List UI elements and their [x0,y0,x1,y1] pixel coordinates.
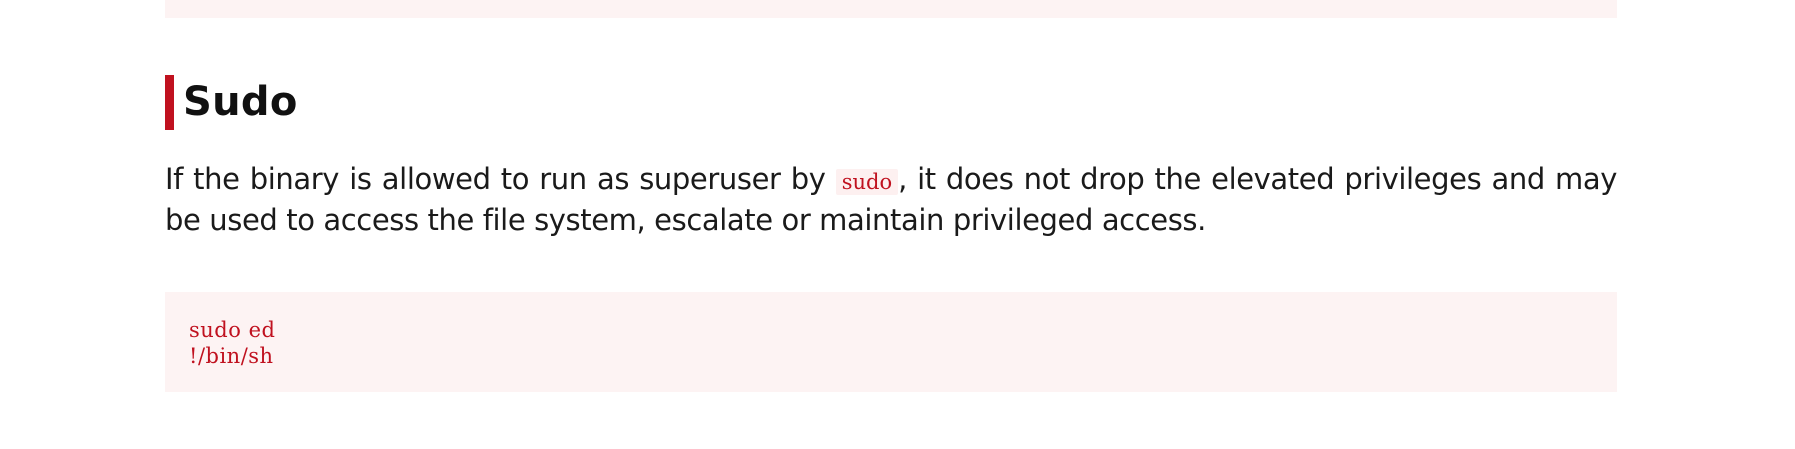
section-title: Sudo [183,79,298,125]
heading-accent-bar [165,75,174,130]
section-description: If the binary is allowed to run as super… [165,160,1617,239]
code-line[interactable]: !/bin/sh [189,343,1593,369]
code-block[interactable]: sudo ed !/bin/sh [165,292,1617,392]
section-heading: Sudo [165,75,1617,130]
sudo-section: Sudo If the binary is allowed to run as … [165,75,1617,239]
code-line[interactable]: sudo ed [189,317,1593,343]
previous-code-block [165,0,1617,18]
description-text-before: If the binary is allowed to run as super… [165,162,836,196]
inline-code-sudo: sudo [835,169,899,195]
